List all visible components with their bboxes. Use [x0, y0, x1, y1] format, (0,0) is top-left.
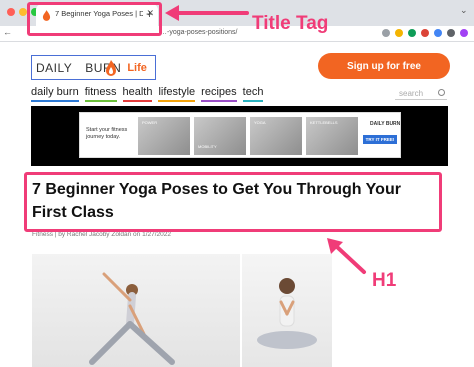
nav-item-fitness[interactable]: fitness — [84, 86, 117, 102]
url-field[interactable]: …-yoga-poses-positions/ — [160, 29, 237, 36]
yoga-pose-photo-triangle — [32, 254, 240, 367]
search-placeholder: search — [399, 89, 424, 98]
back-arrow-icon[interactable]: ← — [3, 27, 12, 37]
h1-label: H1 — [372, 270, 397, 291]
logo-word-life: Life — [127, 61, 147, 74]
logo-word-daily: DAILY — [36, 60, 73, 75]
yoga-pose-photo-seated — [242, 254, 332, 367]
main-nav: daily burn fitness health lifestyle reci… — [31, 86, 264, 102]
extension-icon[interactable] — [434, 29, 442, 37]
signup-button[interactable]: Sign up for free — [318, 53, 450, 79]
search-input[interactable]: search — [395, 88, 447, 100]
search-icon[interactable] — [438, 89, 445, 96]
h1-arrow-icon — [327, 238, 366, 274]
bookmark-icon[interactable] — [382, 29, 390, 37]
ad-image-kettlebells: KETTLEBELLS — [306, 117, 358, 155]
extension-icon[interactable] — [421, 29, 429, 37]
daily-burn-logo[interactable]: DAILY BURN Life — [31, 55, 156, 80]
nav-item-daily-burn[interactable]: daily burn — [31, 86, 79, 102]
h1-highlight-box — [24, 172, 442, 232]
title-tag-label: Title Tag — [252, 13, 329, 34]
extension-icon[interactable] — [395, 29, 403, 37]
nav-item-tech[interactable]: tech — [242, 86, 264, 102]
title-tag-highlight-box — [27, 2, 162, 36]
yoga-figure-illustration — [257, 278, 317, 349]
ad-cta-button[interactable]: TRY IT FREE! — [363, 135, 397, 144]
tab-search-chevron-icon[interactable]: ⌄ — [460, 5, 468, 16]
nav-item-lifestyle[interactable]: lifestyle — [158, 86, 196, 102]
extension-icons — [382, 29, 468, 37]
profile-avatar[interactable] — [460, 29, 468, 37]
ad-label-yoga: YOGA — [254, 120, 266, 125]
article-byline: Fitness | by Rachel Jacoby Zoldan on 1/2… — [32, 231, 171, 238]
minimize-window-button[interactable] — [19, 8, 27, 16]
yoga-figure-illustration — [89, 272, 175, 365]
puzzle-icon[interactable] — [447, 29, 455, 37]
close-window-button[interactable] — [7, 8, 15, 16]
title-tag-arrow-icon — [165, 5, 249, 21]
ad-brand: DAILY BURN — [370, 121, 401, 127]
extension-icon[interactable] — [408, 29, 416, 37]
ad-label-mobility: MOBILITY — [198, 144, 217, 149]
ad-image-yoga: YOGA — [250, 117, 302, 155]
nav-item-health[interactable]: health — [122, 86, 153, 102]
ad-label-power: POWER — [142, 120, 158, 125]
ad-banner[interactable]: Start your fitness journey today. POWER … — [31, 106, 448, 166]
flame-logo-icon — [106, 60, 116, 76]
ad-creative[interactable]: Start your fitness journey today. POWER … — [79, 112, 401, 158]
ad-image-mobility: MOBILITY — [194, 117, 246, 155]
nav-item-recipes[interactable]: recipes — [201, 86, 237, 102]
ad-tagline: Start your fitness journey today. — [86, 127, 128, 140]
ad-image-power: POWER — [138, 117, 190, 155]
ad-label-kettlebells: KETTLEBELLS — [310, 120, 338, 125]
